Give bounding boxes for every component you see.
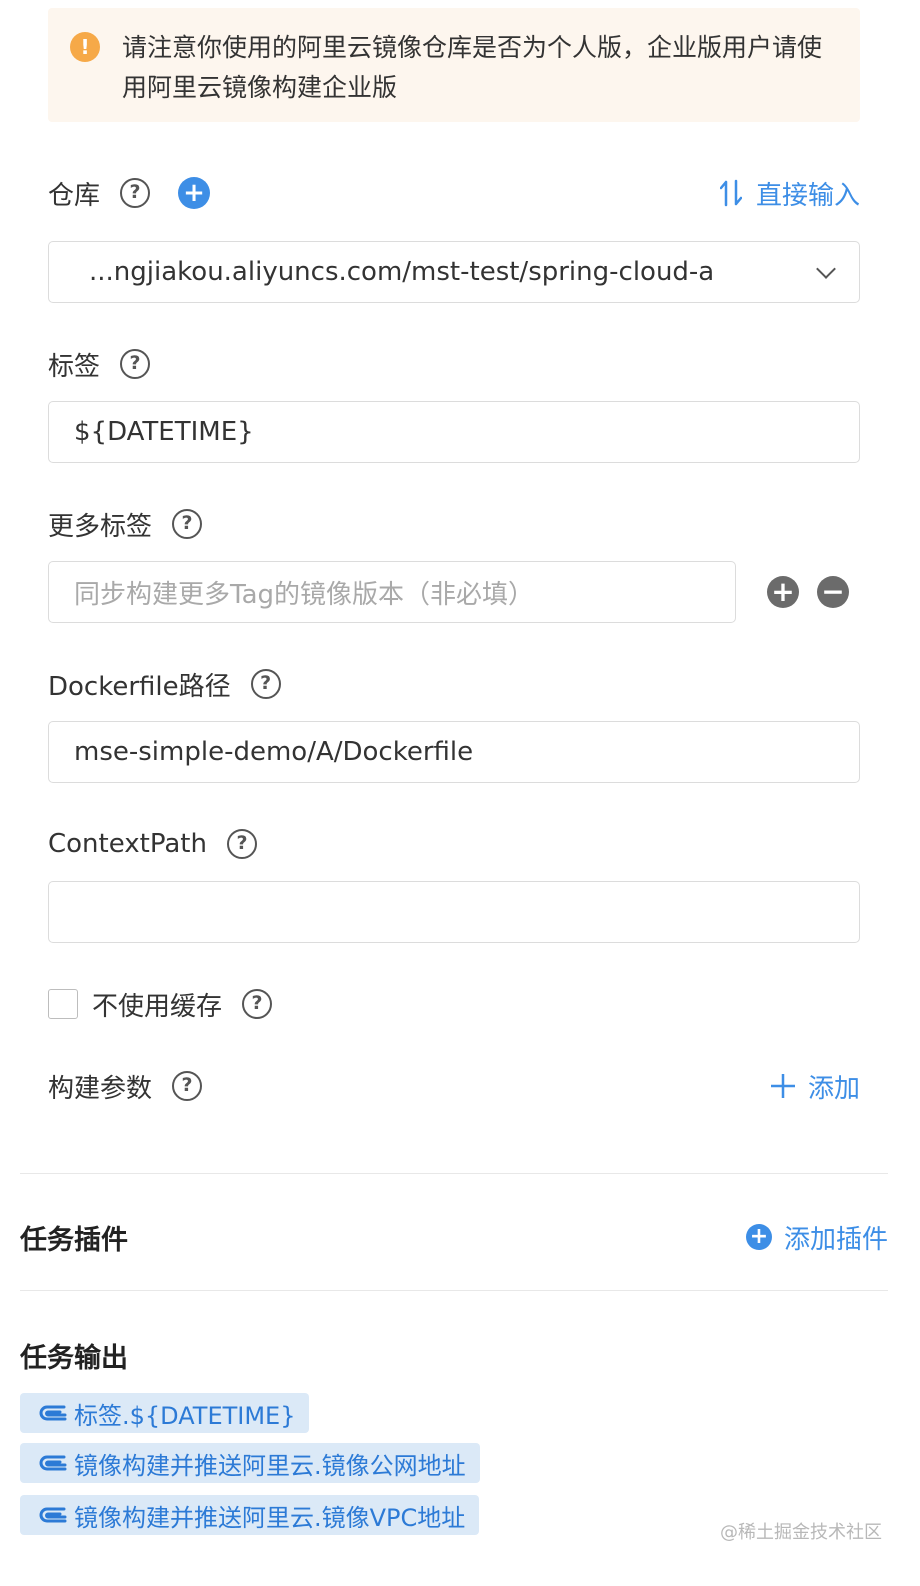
add-tag-button[interactable]: +: [767, 576, 799, 608]
help-icon[interactable]: ?: [120, 178, 151, 208]
tag-label-row: 标签 ?: [48, 344, 151, 384]
add-plugin-link[interactable]: + 添加插件: [745, 1217, 888, 1257]
build-args-label-row: 构建参数 ?: [48, 1066, 203, 1106]
no-cache-label[interactable]: 不使用缓存: [92, 986, 222, 1023]
help-icon[interactable]: ?: [242, 989, 273, 1019]
divider: [20, 1173, 888, 1174]
help-icon[interactable]: ?: [172, 1071, 203, 1101]
more-tags-label: 更多标签: [48, 511, 153, 542]
link-icon: [39, 1507, 67, 1523]
link-icon: [39, 1455, 67, 1471]
context-path-input[interactable]: [48, 881, 860, 943]
add-build-arg-link[interactable]: 添加: [770, 1066, 860, 1106]
dockerfile-label-row: Dockerfile路径 ?: [48, 664, 281, 704]
no-cache-label-row: 不使用缓存 ?: [92, 984, 273, 1024]
output-variable-tag[interactable]: 标签.${DATETIME}: [20, 1393, 310, 1433]
output-variable-tag[interactable]: 镜像构建并推送阿里云.镜像VPC地址: [20, 1495, 480, 1535]
add-build-arg-label: 添加: [807, 1073, 860, 1104]
output-variable-label: 镜像构建并推送阿里云.镜像VPC地址: [74, 1503, 466, 1532]
watermark: @稀土掘金技术社区: [720, 1522, 882, 1543]
no-cache-checkbox[interactable]: [48, 989, 78, 1019]
chevron-down-icon: [816, 259, 836, 279]
help-icon[interactable]: ?: [226, 829, 257, 859]
alert-text: 请注意你使用的阿里云镜像仓库是否为个人版，企业版用户请使用阿里云镜像构建企业版: [122, 33, 823, 102]
more-tags-label-row: 更多标签 ?: [48, 504, 203, 544]
remove-tag-button[interactable]: −: [817, 576, 849, 608]
more-tags-input[interactable]: 同步构建更多Tag的镜像版本（非必填）: [48, 561, 736, 623]
link-icon: [39, 1405, 67, 1421]
repo-label-row: 仓库 ? +: [48, 173, 211, 213]
help-icon[interactable]: ?: [120, 349, 151, 379]
help-icon[interactable]: ?: [172, 509, 203, 539]
dockerfile-input-value: mse-simple-demo/A/Dockerfile: [74, 737, 474, 767]
warning-alert: ! 请注意你使用的阿里云镜像仓库是否为个人版，企业版用户请使用阿里云镜像构建企业…: [48, 8, 860, 122]
dockerfile-input[interactable]: mse-simple-demo/A/Dockerfile: [48, 721, 860, 783]
context-path-label-row: ContextPath ?: [48, 824, 257, 864]
swap-vertical-icon: [719, 179, 742, 207]
repo-label: 仓库: [48, 180, 101, 211]
build-args-label: 构建参数: [48, 1073, 153, 1104]
direct-input-label: 直接输入: [755, 180, 860, 211]
plus-icon: [770, 1074, 795, 1098]
warning-icon: !: [70, 32, 100, 62]
help-icon[interactable]: ?: [250, 669, 281, 699]
output-variable-label: 镜像构建并推送阿里云.镜像公网地址: [74, 1451, 466, 1480]
repo-select[interactable]: ...ngjiakou.aliyuncs.com/mst-test/spring…: [48, 241, 860, 303]
dockerfile-label: Dockerfile路径: [48, 671, 231, 702]
divider: [20, 1290, 888, 1291]
more-tags-placeholder: 同步构建更多Tag的镜像版本（非必填）: [74, 579, 535, 610]
direct-input-link[interactable]: 直接输入: [719, 173, 860, 213]
add-repo-icon[interactable]: +: [178, 177, 211, 209]
tag-input[interactable]: ${DATETIME}: [48, 401, 860, 463]
output-variable-label: 标签.${DATETIME}: [74, 1401, 296, 1430]
outputs-title: 任务输出: [20, 1343, 128, 1374]
plus-circle-icon: +: [745, 1224, 772, 1250]
plugins-title: 任务插件: [20, 1225, 128, 1256]
add-plugin-label: 添加插件: [783, 1224, 888, 1255]
repo-select-value: ...ngjiakou.aliyuncs.com/mst-test/spring…: [89, 257, 715, 287]
tag-label: 标签: [48, 351, 101, 382]
tag-input-value: ${DATETIME}: [74, 417, 254, 447]
output-variable-tag[interactable]: 镜像构建并推送阿里云.镜像公网地址: [20, 1443, 480, 1483]
context-path-label: ContextPath: [48, 829, 207, 859]
